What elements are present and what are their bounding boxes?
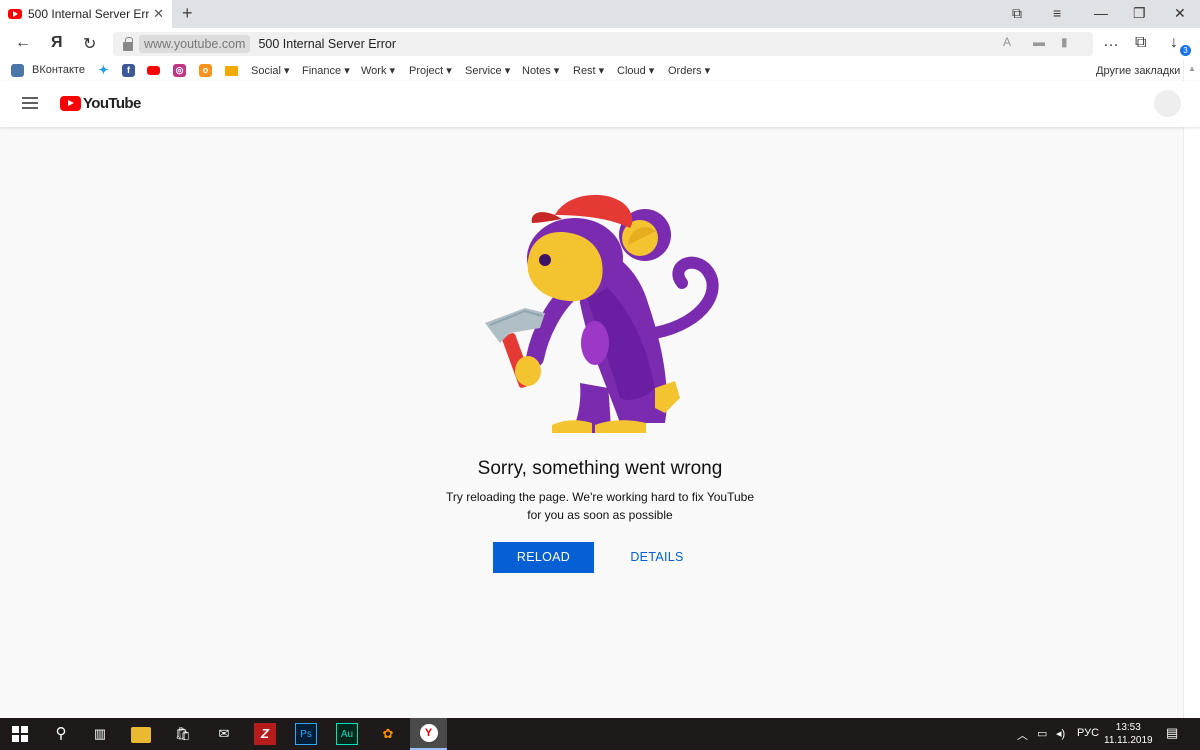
other-bookmarks-label: Другие закладки (1096, 65, 1181, 77)
youtube-logo[interactable]: YouTube (60, 95, 141, 112)
error-message-line: for you as soon as possible (527, 508, 673, 522)
active-tab[interactable]: 500 Internal Server Error ✕ (0, 0, 172, 28)
details-button[interactable]: DETAILS (618, 542, 696, 573)
yandex-browser-icon[interactable]: Y (410, 718, 447, 750)
bookmark-folder-orders[interactable]: Orders ▾ (668, 64, 710, 77)
error-title: Sorry, something went wrong (477, 458, 723, 479)
odnoklassniki-icon[interactable]: o (199, 64, 212, 77)
clock-date: 11.11.2019 (1104, 735, 1153, 746)
tab-bar: 500 Internal Server Error ✕ + ⧉ ≡ — ❐ ✕ (0, 0, 1200, 28)
folder-label: Social (251, 65, 281, 77)
folder-label: Rest (573, 65, 596, 77)
bookmark-folder-social[interactable]: Social ▾ (251, 64, 290, 77)
bookmark-folder-work[interactable]: Work ▾ (361, 64, 395, 77)
other-bookmarks[interactable]: Другие закладки ▾ (1096, 64, 1189, 77)
bookmark-folder-notes[interactable]: Notes ▾ (522, 64, 559, 77)
address-page-title: 500 Internal Server Error (258, 37, 396, 51)
bookmarks-bar: ВКонтакте ✦ f ◎ o Social ▾ Finance ▾ Wor… (0, 60, 1200, 81)
navigation-toolbar: ← Я ↻ www.youtube.com 500 Internal Serve… (0, 28, 1200, 60)
clock-time: 13:53 (1115, 722, 1141, 733)
search-icon[interactable]: ⚲ (50, 723, 72, 745)
language-indicator[interactable]: РУС (1077, 727, 1099, 739)
monkey-with-hammer-illustration (485, 194, 719, 433)
photoshop-icon[interactable]: Ps (295, 723, 317, 745)
youtube-favicon-icon (8, 9, 22, 19)
downloads-icon[interactable]: ↓ (1170, 34, 1178, 52)
new-tab-button[interactable]: + (182, 3, 193, 24)
bookmark-vk[interactable]: ВКонтакте (32, 64, 85, 76)
twitter-icon[interactable]: ✦ (97, 64, 110, 77)
error-page: Sorry, something went wrong Try reloadin… (0, 127, 1200, 718)
browser-window: 500 Internal Server Error ✕ + ⧉ ≡ — ❐ ✕ … (0, 0, 1200, 718)
translate-icon[interactable]: A (1003, 35, 1011, 49)
address-bar[interactable]: www.youtube.com 500 Internal Server Erro… (113, 32, 1093, 56)
folder-label: Service (465, 65, 502, 77)
audition-icon[interactable]: Au (336, 723, 358, 745)
vk-icon (11, 64, 24, 77)
folder-label: Finance (302, 65, 342, 77)
volume-icon[interactable]: ◂) (1056, 727, 1065, 740)
reload-page-button[interactable]: ↻ (83, 34, 96, 54)
file-explorer-icon[interactable] (131, 727, 151, 743)
reload-button[interactable]: RELOAD (493, 542, 594, 573)
error-message: Try reloading the page. We're working ha… (445, 488, 755, 524)
folder-label: Orders (668, 65, 702, 77)
menu-icon[interactable]: ≡ (1053, 5, 1061, 21)
reader-mode-icon[interactable]: ▬ (1033, 35, 1045, 49)
bookmark-folder-service[interactable]: Service ▾ (465, 64, 510, 77)
close-tab-icon[interactable]: ✕ (153, 6, 164, 22)
youtube-play-icon (60, 96, 81, 111)
close-window-button[interactable]: ✕ (1174, 5, 1186, 22)
tray-overflow-icon[interactable]: ︿ (1017, 727, 1028, 743)
facebook-icon[interactable]: f (122, 64, 135, 77)
mail-bookmark-icon[interactable] (225, 66, 238, 76)
task-view-icon[interactable]: ▥ (89, 723, 111, 745)
windows-taskbar: ⚲ ▥ 🛍 ✉ Z Ps Au ✿ Y ︿ ▭ ◂) РУС 13:53 11.… (0, 718, 1200, 750)
bookmark-folder-rest[interactable]: Rest ▾ (573, 64, 604, 77)
folder-label: Project (409, 65, 444, 77)
bookmark-folder-finance[interactable]: Finance ▾ (302, 64, 350, 77)
restore-button[interactable]: ❐ (1133, 5, 1146, 22)
tab-title: 500 Internal Server Error (28, 7, 150, 21)
back-button[interactable]: ← (15, 34, 31, 52)
filezilla-icon[interactable]: Z (254, 723, 276, 745)
folder-label: Notes (522, 65, 551, 77)
folder-label: Work (361, 65, 387, 77)
youtube-header: YouTube (0, 81, 1200, 127)
folder-label: Cloud (617, 65, 646, 77)
lock-icon (123, 36, 133, 51)
error-message-line: Try reloading the page. We're working ha… (445, 490, 755, 504)
guide-menu-icon[interactable] (22, 97, 38, 109)
scroll-up-icon[interactable]: ▲ (1188, 64, 1196, 73)
store-icon[interactable]: 🛍 (172, 723, 194, 745)
clock[interactable]: 13:53 11.11.2019 (1104, 721, 1153, 747)
fl-studio-icon[interactable]: ✿ (377, 723, 399, 745)
minimize-button[interactable]: — (1094, 5, 1108, 21)
mail-icon[interactable]: ✉ (213, 723, 235, 745)
extension-icon[interactable]: ⧉ (1135, 34, 1146, 52)
more-icon[interactable]: … (1103, 33, 1119, 51)
bookmark-icon[interactable]: ▮ (1061, 35, 1068, 49)
network-icon[interactable]: ▭ (1037, 727, 1047, 740)
bookmark-folder-project[interactable]: Project ▾ (409, 64, 452, 77)
downloads-badge: 3 (1180, 45, 1191, 56)
address-domain: www.youtube.com (139, 35, 251, 53)
scrollbar[interactable]: ▲ (1183, 60, 1200, 718)
start-icon[interactable] (9, 723, 31, 745)
avatar[interactable] (1154, 90, 1181, 117)
notifications-icon[interactable]: ▤ (1166, 725, 1178, 741)
youtube-bookmark-icon[interactable] (147, 66, 160, 75)
instagram-icon[interactable]: ◎ (173, 64, 186, 77)
bookmarks-manager-icon[interactable]: ⧉ (1012, 5, 1022, 22)
yandex-home-button[interactable]: Я (51, 34, 63, 52)
youtube-logo-text: YouTube (83, 95, 141, 112)
bookmark-folder-cloud[interactable]: Cloud ▾ (617, 64, 654, 77)
